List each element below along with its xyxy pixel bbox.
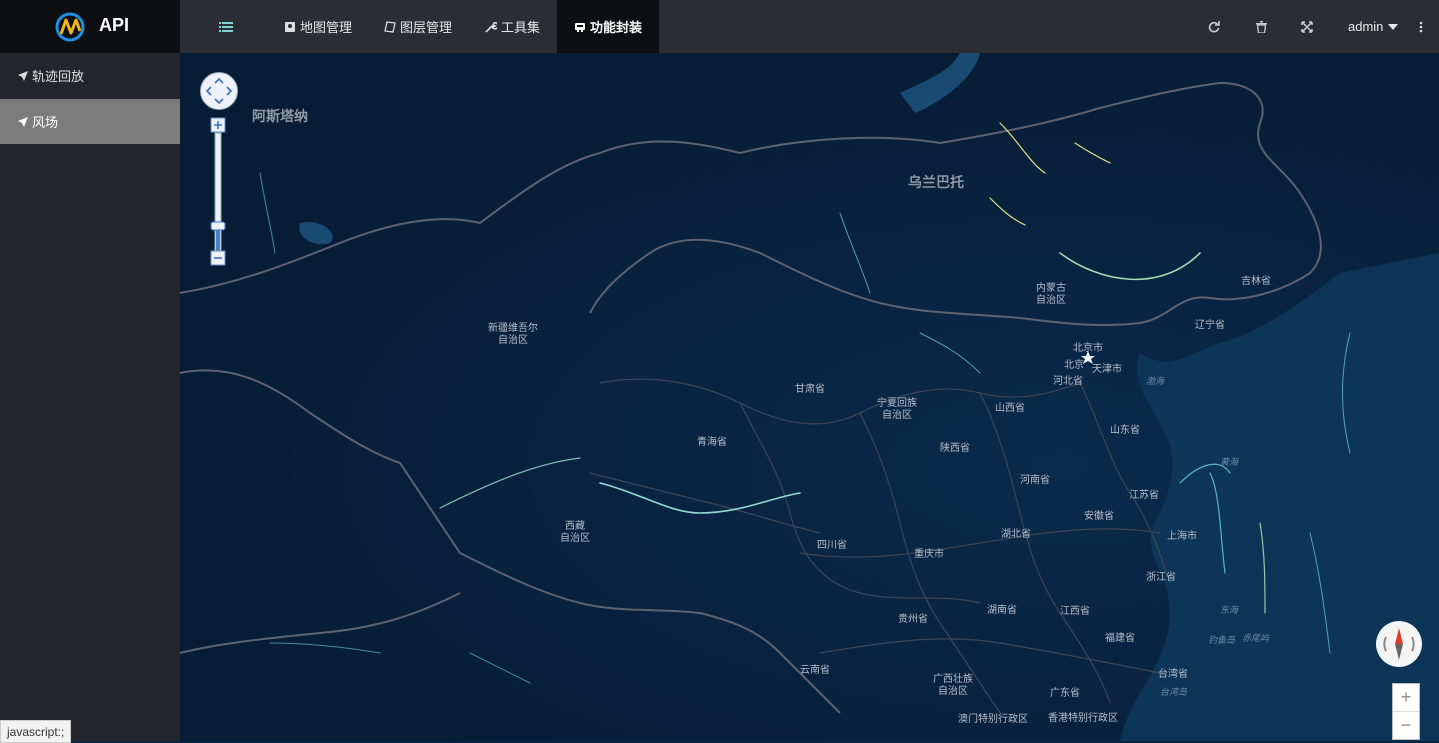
map-label-donghai: 东海 <box>1220 605 1239 615</box>
map-label-shandong: 山东省 <box>1110 425 1140 436</box>
map-label-anhui: 安徽省 <box>1084 511 1114 522</box>
map-canvas[interactable]: 阿斯塔纳 乌兰巴托 新疆维吾尔 自治区 内蒙古 自治区 吉林省 辽宁省 北京市 … <box>180 53 1439 741</box>
nav-feature-package[interactable]: 功能封装 <box>557 0 659 53</box>
nav-label: 功能封装 <box>589 20 642 35</box>
map-label-chiwei: 赤尾屿 <box>1242 633 1270 643</box>
map-label-hebei: 河北省 <box>1053 376 1083 387</box>
map-label-jilin: 吉林省 <box>1241 276 1271 287</box>
list-icon <box>219 21 233 32</box>
compass-icon <box>1383 628 1415 660</box>
sidebar-item-label: 轨迹回放 <box>32 69 85 84</box>
nav-label: 工具集 <box>501 20 541 35</box>
map-label-zhejiang: 浙江省 <box>1146 572 1176 583</box>
menu-toggle-button[interactable] <box>200 0 252 53</box>
more-button[interactable] <box>1412 0 1430 53</box>
location-arrow-icon <box>18 70 28 81</box>
map-label-jiangsu: 江苏省 <box>1129 490 1159 501</box>
map-label-chongqing: 重庆市 <box>914 549 944 560</box>
nav-toolset[interactable]: 工具集 <box>485 0 540 53</box>
zoom-in-button[interactable]: + <box>1393 684 1419 712</box>
map-label-qinghai: 青海省 <box>697 437 727 448</box>
map-label-beijing-city: 北京市 <box>1073 343 1103 354</box>
map-label-shaanxi: 陕西省 <box>940 443 970 454</box>
layers-icon <box>384 20 396 33</box>
map-label-sichuan: 四川省 <box>817 540 847 551</box>
brand-name: API <box>99 15 130 35</box>
top-navbar: API 地图管理 图层管理 工具集 功能封装 admin <box>0 0 1439 53</box>
map-label-guangxi: 广西壮族 自治区 <box>933 674 973 697</box>
map-label-xinjiang: 新疆维吾尔 自治区 <box>488 323 538 346</box>
map-label-xizang: 西藏 自治区 <box>560 521 590 544</box>
refresh-button[interactable] <box>1203 0 1225 53</box>
caret-down-icon <box>1388 23 1399 30</box>
username: admin <box>1348 19 1384 34</box>
map-label-jiangxi: 江西省 <box>1060 606 1090 617</box>
sidebar-item-wind-field[interactable]: 风场 <box>0 99 180 144</box>
user-menu[interactable]: admin <box>1348 0 1399 53</box>
map-label-tianjin: 天津市 <box>1092 364 1122 375</box>
trash-icon <box>1255 20 1267 33</box>
map-label-yunnan: 云南省 <box>800 665 830 676</box>
map-label-shanxi: 山西省 <box>995 403 1025 414</box>
map-label-hunan: 湖南省 <box>987 605 1017 616</box>
compass-control[interactable] <box>1376 621 1422 667</box>
map-label-guangdong: 广东省 <box>1050 688 1080 699</box>
map-label-taiwan: 台湾省 <box>1158 669 1188 680</box>
zoom-buttons: + − <box>1392 683 1420 740</box>
nav-layer-management[interactable]: 图层管理 <box>384 0 452 53</box>
clear-cache-button[interactable] <box>1250 0 1272 53</box>
map-label-liaoning: 辽宁省 <box>1195 320 1225 331</box>
map-label-henan: 河南省 <box>1020 475 1050 486</box>
map-label-macau: 澳门特别行政区 <box>958 714 1028 725</box>
map-label-ulaanbaatar: 乌兰巴托 <box>908 174 964 190</box>
fullscreen-button[interactable] <box>1296 0 1318 53</box>
sidebar: 轨迹回放 风场 <box>0 53 180 741</box>
map-label-hubei: 湖北省 <box>1001 529 1031 540</box>
map-label-shanghai: 上海市 <box>1167 531 1197 542</box>
status-bar-url: javascript:; <box>0 720 72 743</box>
nm-logo-icon <box>55 12 85 42</box>
map-label-fujian: 福建省 <box>1105 633 1135 644</box>
zoom-out-button[interactable]: − <box>1393 712 1419 739</box>
nav-map-management[interactable]: 地图管理 <box>284 0 352 53</box>
sidebar-item-label: 风场 <box>32 115 59 130</box>
nav-label: 地图管理 <box>300 20 353 35</box>
pan-control[interactable] <box>200 72 238 110</box>
map-label-huanghai: 黄海 <box>1220 457 1239 467</box>
map-label-bohai: 渤海 <box>1146 376 1165 386</box>
sidebar-item-track-playback[interactable]: 轨迹回放 <box>0 53 180 98</box>
package-icon <box>574 22 585 32</box>
fullscreen-icon <box>1301 20 1313 33</box>
map-label-guizhou: 贵州省 <box>898 614 928 625</box>
map-label-beijing: 北京 <box>1064 360 1084 371</box>
zoom-slider[interactable] <box>210 117 226 267</box>
brand[interactable]: API <box>0 0 180 53</box>
map-icon <box>285 21 295 32</box>
nav-label: 图层管理 <box>400 20 453 35</box>
wrench-icon <box>485 21 497 33</box>
more-vertical-icon <box>1419 21 1423 32</box>
map-label-diaoyu: 钓鱼岛 <box>1208 635 1236 645</box>
map-label-ningxia: 宁夏回族 自治区 <box>877 398 917 421</box>
map-label-gansu: 甘肃省 <box>795 384 825 395</box>
map-label-astana: 阿斯塔纳 <box>252 108 308 124</box>
refresh-icon <box>1208 20 1220 32</box>
pan-arrows-icon <box>205 77 233 105</box>
map-label-taiwan-island: 台湾岛 <box>1160 687 1188 697</box>
map-label-neimenggu: 内蒙古 自治区 <box>1036 283 1066 306</box>
location-arrow-icon <box>18 116 28 127</box>
map-label-hongkong: 香港特别行政区 <box>1048 713 1118 724</box>
